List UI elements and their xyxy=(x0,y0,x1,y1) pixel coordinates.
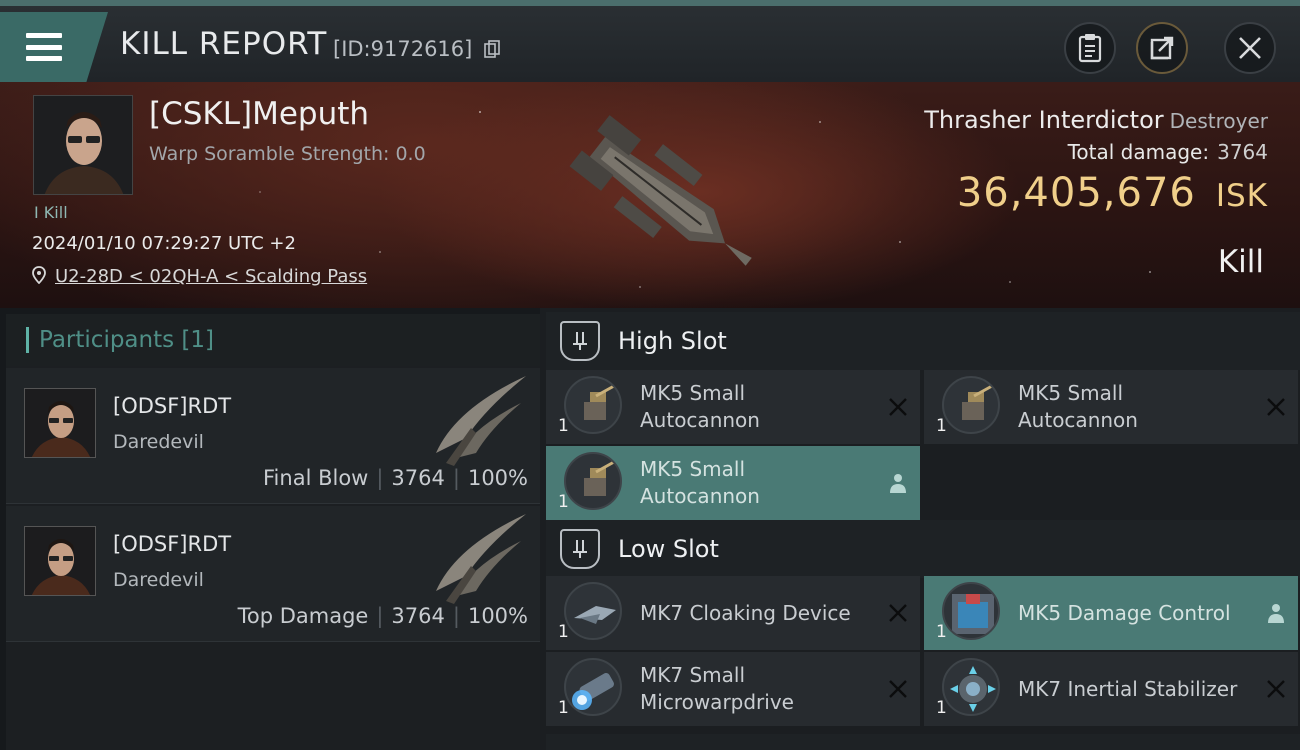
module-item[interactable]: 1 MK5 Small Autocannon xyxy=(546,370,920,444)
header-bar: KILL REPORT [ID:9172616] xyxy=(0,0,1300,82)
cloaking-device-icon xyxy=(564,582,622,640)
dropped-person-icon xyxy=(1268,604,1284,623)
clipboard-button[interactable] xyxy=(1064,22,1116,74)
high-slot-icon xyxy=(560,321,600,361)
total-damage-value: 3764 xyxy=(1217,140,1268,164)
damage-control-icon xyxy=(942,582,1000,640)
participant-damage: 3764 xyxy=(391,604,445,628)
module-name: MK7 Cloaking Device xyxy=(640,600,851,625)
victim-portrait[interactable] xyxy=(33,95,133,195)
module-quantity: 1 xyxy=(558,698,569,718)
participant-row[interactable]: [ODSF]RDT Daredevil Top Damage | 3764 | 100% xyxy=(6,506,540,642)
module-item[interactable]: 1 MK7 Cloaking Device xyxy=(546,576,920,650)
low-slot-header: Low Slot xyxy=(546,520,1300,578)
kill-tag: I Kill xyxy=(34,203,68,222)
destroyed-x-icon xyxy=(889,604,907,622)
ship-name: Thrasher Interdictor Destroyer xyxy=(924,106,1268,134)
section-accent-bar xyxy=(26,327,29,353)
isk-value: 36,405,676 ISK xyxy=(957,170,1268,216)
victim-name[interactable]: [CSKL]Meputh xyxy=(149,96,369,132)
high-slot-header: High Slot xyxy=(546,312,1300,370)
share-icon xyxy=(1150,36,1174,60)
participant-name[interactable]: [ODSF]RDT xyxy=(113,394,231,418)
module-item[interactable]: 1 MK5 Small Autocannon xyxy=(546,446,920,520)
module-name: MK5 Damage Control xyxy=(1018,600,1231,625)
kill-result-label: Kill xyxy=(1217,244,1264,280)
close-icon xyxy=(1239,37,1261,59)
module-item[interactable]: 1 MK7 Inertial Stabilizer xyxy=(924,652,1298,726)
total-damage: Total damage: 3764 xyxy=(1068,140,1268,164)
isk-unit: ISK xyxy=(1215,178,1268,214)
inertial-stabilizer-icon xyxy=(942,658,1000,716)
location-link[interactable]: U2-28D < 02QH-A < Scalding Pass xyxy=(55,266,367,287)
autocannon-icon xyxy=(564,452,622,510)
participant-ship: Daredevil xyxy=(113,431,204,453)
ship-class: Destroyer xyxy=(1169,109,1268,133)
module-item[interactable]: 1 MK7 Small Microwarpdrive xyxy=(546,652,920,726)
microwarpdrive-icon xyxy=(564,658,622,716)
module-name: MK7 Inertial Stabilizer xyxy=(1018,676,1238,701)
participant-percent: 100% xyxy=(467,604,528,628)
report-id: [ID:9172616] xyxy=(333,37,473,61)
clipboard-icon xyxy=(1078,34,1102,63)
participant-name[interactable]: [ODSF]RDT xyxy=(113,532,231,556)
participant-ship-image xyxy=(436,514,526,604)
participant-role: Final Blow xyxy=(263,466,369,490)
module-quantity: 1 xyxy=(558,492,569,512)
share-button[interactable] xyxy=(1136,22,1188,74)
victim-banner: [CSKL]Meputh Warp Soramble Strength: 0.0… xyxy=(0,82,1300,308)
menu-button[interactable] xyxy=(0,12,108,82)
total-damage-label: Total damage: xyxy=(1067,140,1210,164)
fittings-panel: High Slot 1 MK5 Small Autocannon 1 MK5 S… xyxy=(540,308,1300,750)
destroyed-x-icon xyxy=(889,398,907,416)
location-pin-icon xyxy=(32,266,46,284)
destroyed-x-icon xyxy=(1267,680,1285,698)
destroyed-x-icon xyxy=(1267,398,1285,416)
destroyed-x-icon xyxy=(889,680,907,698)
module-item[interactable]: 1 MK5 Damage Control xyxy=(924,576,1298,650)
module-name: MK5 Small Autocannon xyxy=(640,381,760,432)
participant-damage: 3764 xyxy=(391,466,445,490)
participant-stats: Top Damage | 3764 | 100% xyxy=(237,604,528,628)
participants-title: Participants [1] xyxy=(39,327,214,353)
module-quantity: 1 xyxy=(558,622,569,642)
participant-row[interactable]: [ODSF]RDT Daredevil Final Blow | 3764 | 100% xyxy=(6,368,540,504)
kill-datetime: 2024/01/10 07:29:27 UTC +2 xyxy=(32,233,296,254)
module-quantity: 1 xyxy=(558,416,569,436)
copy-icon[interactable] xyxy=(484,40,500,58)
participant-ship-image xyxy=(436,376,526,466)
participants-panel: Participants [1] [ODSF]RDT Daredevil Fin… xyxy=(6,314,540,750)
participant-stats: Final Blow | 3764 | 100% xyxy=(263,466,528,490)
isk-amount: 36,405,676 xyxy=(956,170,1196,216)
low-slot-icon xyxy=(560,529,600,569)
participant-ship: Daredevil xyxy=(113,569,204,591)
participants-header: Participants [1] xyxy=(6,314,540,366)
dropped-person-icon xyxy=(890,474,906,493)
module-name: MK5 Small Autocannon xyxy=(640,457,760,508)
module-quantity: 1 xyxy=(936,416,947,436)
next-slot-header-partial xyxy=(546,734,1300,750)
participant-percent: 100% xyxy=(467,466,528,490)
participant-portrait[interactable] xyxy=(24,388,96,458)
module-quantity: 1 xyxy=(936,698,947,718)
autocannon-icon xyxy=(942,376,1000,434)
module-name: MK7 Small Microwarpdrive xyxy=(640,663,794,714)
page-title: KILL REPORT xyxy=(120,26,328,62)
low-slot-title: Low Slot xyxy=(618,535,719,563)
participant-portrait[interactable] xyxy=(24,526,96,596)
hamburger-icon xyxy=(26,33,62,61)
participant-role: Top Damage xyxy=(237,604,369,628)
module-item[interactable]: 1 MK5 Small Autocannon xyxy=(924,370,1298,444)
high-slot-title: High Slot xyxy=(618,327,727,355)
kill-report-window: KILL REPORT [ID:9172616] [CSKL]Meputh Wa… xyxy=(0,0,1300,750)
autocannon-icon xyxy=(564,376,622,434)
module-quantity: 1 xyxy=(936,622,947,642)
warp-scramble-strength: Warp Soramble Strength: 0.0 xyxy=(149,143,426,165)
module-name: MK5 Small Autocannon xyxy=(1018,381,1138,432)
ship-render-image xyxy=(569,115,752,266)
ship-type: Thrasher Interdictor xyxy=(924,106,1164,134)
close-button[interactable] xyxy=(1224,22,1276,74)
